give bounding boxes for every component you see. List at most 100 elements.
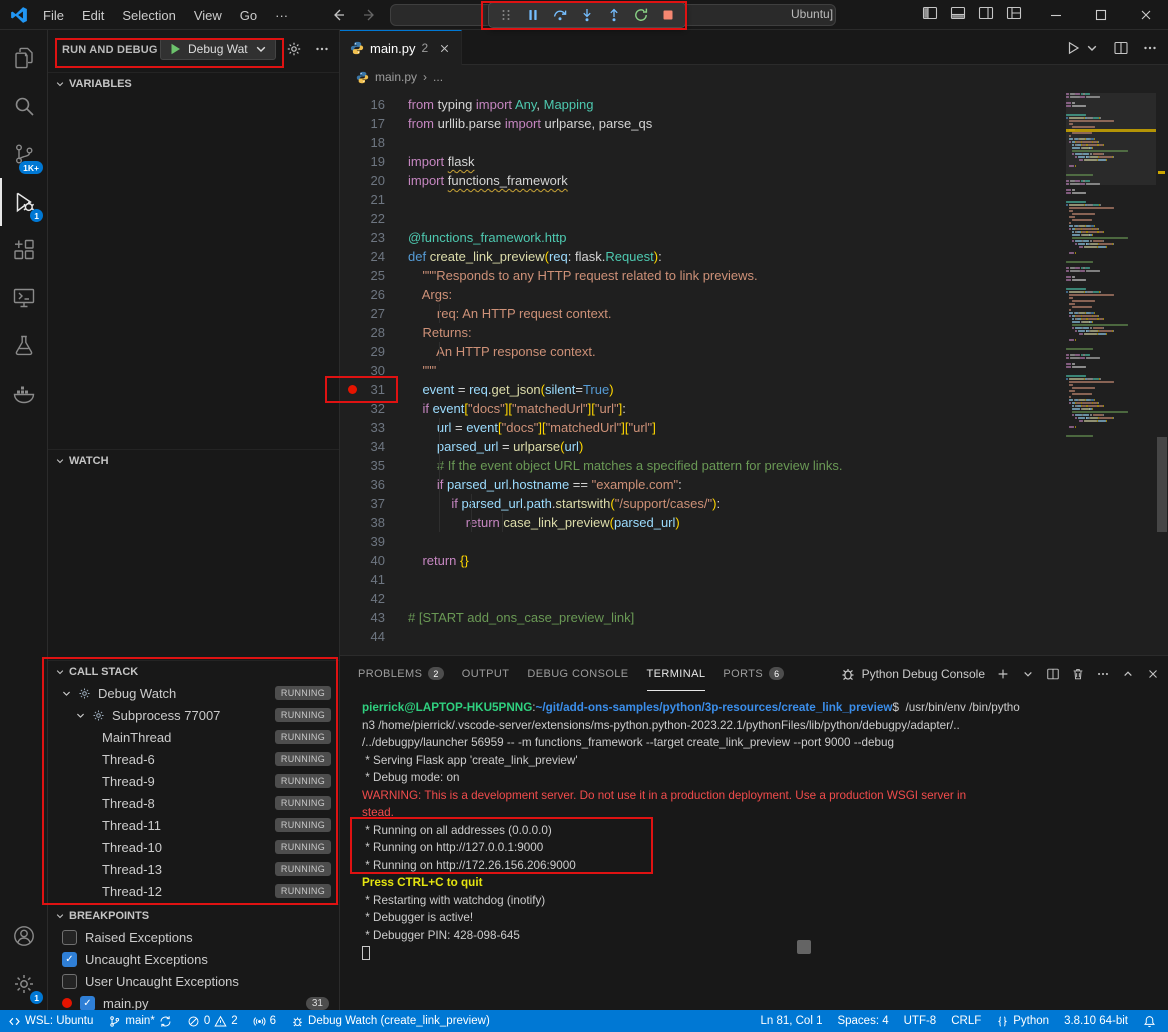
line-number[interactable]: 38 bbox=[340, 513, 408, 532]
editor-scrollbar-thumb[interactable] bbox=[1157, 437, 1167, 532]
call-stack-row[interactable]: Debug WatchRUNNING bbox=[48, 682, 339, 704]
breadcrumb[interactable]: main.py › ... bbox=[340, 65, 1168, 89]
code-line[interactable]: 41 bbox=[340, 570, 1168, 589]
start-debugging-icon[interactable] bbox=[167, 41, 183, 57]
breakpoint-checkbox[interactable]: ✓ bbox=[62, 952, 77, 967]
activity-item-run-and-debug[interactable]: 1 bbox=[0, 178, 47, 226]
code-line[interactable]: 34 parsed_url = urlparse(url) bbox=[340, 437, 1168, 456]
status-item-notifications[interactable] bbox=[1143, 1015, 1156, 1028]
activity-item-extensions[interactable] bbox=[0, 226, 47, 274]
line-number[interactable]: 42 bbox=[340, 589, 408, 608]
line-number[interactable]: 23 bbox=[340, 228, 408, 247]
code-line[interactable]: 37 if parsed_url.path.startswith("/suppo… bbox=[340, 494, 1168, 513]
split-editor-icon[interactable] bbox=[1113, 40, 1129, 56]
code-line[interactable]: 25 """Responds to any HTTP request relat… bbox=[340, 266, 1168, 285]
panel-tab-debug-console[interactable]: DEBUG CONSOLE bbox=[527, 656, 628, 691]
activity-item-settings[interactable]: 1 bbox=[0, 960, 47, 1008]
chrome-close-button[interactable] bbox=[1123, 0, 1168, 30]
section-call-stack[interactable]: CALL STACK bbox=[48, 660, 339, 682]
trash-button[interactable] bbox=[1071, 667, 1085, 681]
panel-tab-output[interactable]: OUTPUT bbox=[462, 656, 510, 691]
stop-button[interactable] bbox=[656, 4, 680, 26]
run-python-file-icon[interactable] bbox=[1065, 40, 1081, 56]
breakpoint-checkbox[interactable]: ✓ bbox=[80, 996, 95, 1011]
status-item-cursor-position[interactable]: Ln 81, Col 1 bbox=[760, 1015, 822, 1027]
menu-selection[interactable]: Selection bbox=[113, 8, 184, 23]
code-line[interactable]: 16from typing import Any, Mapping bbox=[340, 95, 1168, 114]
section-breakpoints[interactable]: BREAKPOINTS bbox=[48, 904, 339, 926]
line-number[interactable]: 35 bbox=[340, 456, 408, 475]
breakpoint-row[interactable]: ✓Uncaught Exceptions bbox=[48, 948, 339, 970]
breakpoint-checkbox[interactable] bbox=[62, 974, 77, 989]
debug-config-select[interactable]: Debug Wat bbox=[160, 38, 276, 60]
activity-item-accounts[interactable] bbox=[0, 912, 47, 960]
code-line[interactable]: 36 if parsed_url.hostname == "example.co… bbox=[340, 475, 1168, 494]
breakpoint-row[interactable]: Raised Exceptions bbox=[48, 926, 339, 948]
code-line[interactable]: 23@functions_framework.http bbox=[340, 228, 1168, 247]
line-number[interactable]: 24 bbox=[340, 247, 408, 266]
line-number[interactable]: 44 bbox=[340, 627, 408, 646]
breadcrumb-file[interactable]: main.py bbox=[375, 70, 417, 84]
menu-go[interactable]: Go bbox=[231, 8, 266, 23]
restart-button[interactable] bbox=[629, 4, 653, 26]
code-line[interactable]: 31 event = req.get_json(silent=True) bbox=[340, 380, 1168, 399]
line-number[interactable]: 41 bbox=[340, 570, 408, 589]
line-number[interactable]: 40 bbox=[340, 551, 408, 570]
split-button[interactable] bbox=[1046, 667, 1060, 681]
breakpoint-row[interactable]: ✓main.py31 bbox=[48, 992, 339, 1010]
code-line[interactable]: 21 bbox=[340, 190, 1168, 209]
code-line[interactable]: 43# [START add_ons_case_preview_link] bbox=[340, 608, 1168, 627]
menu-view[interactable]: View bbox=[185, 8, 231, 23]
line-number[interactable]: 22 bbox=[340, 209, 408, 228]
editor-tab-main-py[interactable]: main.py 2 bbox=[340, 30, 462, 65]
code-line[interactable]: 26 Args: bbox=[340, 285, 1168, 304]
line-number[interactable]: 33 bbox=[340, 418, 408, 437]
status-item-interpreter[interactable]: 3.8.10 64-bit bbox=[1064, 1015, 1128, 1027]
code-line[interactable]: 17from urllib.parse import urlparse, par… bbox=[340, 114, 1168, 133]
code-line[interactable]: 44 bbox=[340, 627, 1168, 646]
activity-item-docker[interactable] bbox=[0, 370, 47, 418]
call-stack-row[interactable]: Thread-8RUNNING bbox=[48, 792, 339, 814]
terminal-selector[interactable]: Python Debug Console bbox=[840, 666, 985, 682]
panel-tab-problems[interactable]: PROBLEMS2 bbox=[358, 656, 444, 691]
chrome-maximize-button[interactable] bbox=[1078, 0, 1123, 30]
code-line[interactable]: 30 """ bbox=[340, 361, 1168, 380]
status-item-eol[interactable]: CRLF bbox=[951, 1015, 981, 1027]
status-item-branch[interactable]: main* bbox=[108, 1015, 171, 1028]
line-number[interactable]: 25 bbox=[340, 266, 408, 285]
menu-more[interactable]: ··· bbox=[266, 8, 297, 23]
debug-settings-gear-icon[interactable] bbox=[286, 41, 302, 57]
close-button[interactable] bbox=[1146, 667, 1160, 681]
breakpoint-dot[interactable] bbox=[348, 385, 357, 394]
call-stack-row[interactable]: Subprocess 77007RUNNING bbox=[48, 704, 339, 726]
call-stack-row[interactable]: MainThreadRUNNING bbox=[48, 726, 339, 748]
status-item-debug-status[interactable]: Debug Watch (create_link_preview) bbox=[291, 1015, 490, 1028]
call-stack-row[interactable]: Thread-12RUNNING bbox=[48, 880, 339, 902]
code-line[interactable]: 38 return case_link_preview(parsed_url) bbox=[340, 513, 1168, 532]
status-item-language[interactable]: Python bbox=[996, 1015, 1049, 1028]
code-line[interactable]: 29 An HTTP response context. bbox=[340, 342, 1168, 361]
toggle-panel-button[interactable] bbox=[950, 5, 966, 26]
code-line[interactable]: 18 bbox=[340, 133, 1168, 152]
terminal[interactable]: pierrick@LAPTOP-HKU5PNNG:~/git/add-ons-s… bbox=[340, 691, 1168, 1010]
chevron-down-button[interactable] bbox=[1021, 667, 1035, 681]
toggle-secondary-sidebar-button[interactable] bbox=[978, 5, 994, 26]
line-number[interactable]: 36 bbox=[340, 475, 408, 494]
status-item-problems[interactable]: 02 bbox=[187, 1015, 238, 1028]
gripper-button[interactable] bbox=[494, 4, 518, 26]
line-number[interactable]: 26 bbox=[340, 285, 408, 304]
panel-tab-terminal[interactable]: TERMINAL bbox=[647, 656, 706, 691]
step-over-button[interactable] bbox=[548, 4, 572, 26]
status-item-remote[interactable]: WSL: Ubuntu bbox=[8, 1015, 93, 1028]
activity-item-remote-explorer[interactable] bbox=[0, 274, 47, 322]
code-line[interactable]: 33 url = event["docs"]["matchedUrl"]["ur… bbox=[340, 418, 1168, 437]
code-line[interactable]: 28 Returns: bbox=[340, 323, 1168, 342]
line-number[interactable]: 31 bbox=[340, 380, 408, 399]
line-number[interactable]: 18 bbox=[340, 133, 408, 152]
section-watch[interactable]: WATCH bbox=[48, 449, 339, 471]
panel-tab-ports[interactable]: PORTS6 bbox=[723, 656, 784, 691]
breakpoint-row[interactable]: User Uncaught Exceptions bbox=[48, 970, 339, 992]
call-stack-row[interactable]: Thread-10RUNNING bbox=[48, 836, 339, 858]
line-number[interactable]: 16 bbox=[340, 95, 408, 114]
line-number[interactable]: 21 bbox=[340, 190, 408, 209]
